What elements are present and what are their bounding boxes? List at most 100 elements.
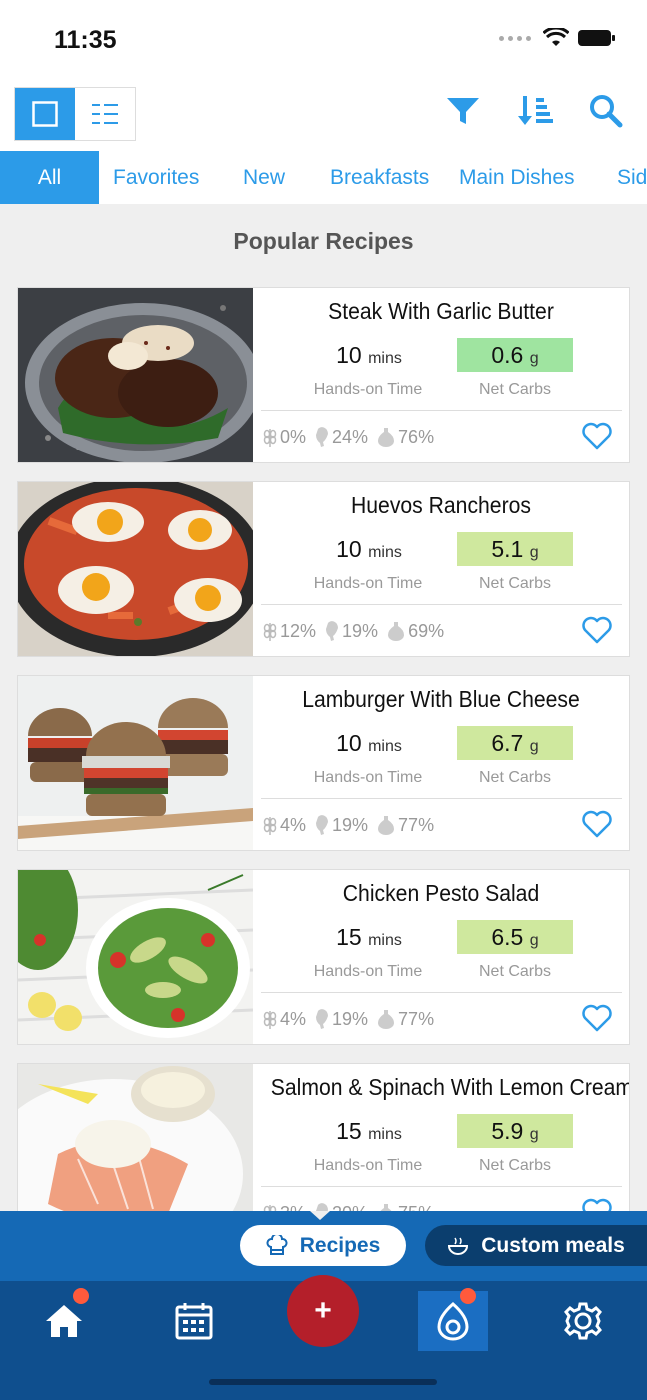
- protein-percent: 19%: [324, 620, 378, 642]
- fat-percent: 77%: [376, 814, 434, 836]
- drumstick-icon: [326, 621, 339, 641]
- hands-on-time-label: Hands-on Time: [313, 575, 423, 592]
- card-divider: [261, 1186, 622, 1187]
- protein-percent-value: 19%: [332, 1008, 369, 1029]
- wifi-icon: [543, 28, 569, 46]
- fat-percent-value: 77%: [398, 814, 435, 835]
- hands-on-time-value: 10 mins: [311, 726, 427, 760]
- status-icons: [499, 28, 617, 48]
- time-number: 15: [336, 1118, 362, 1144]
- carbs-percent: 4%: [262, 814, 306, 836]
- add-button[interactable]: +: [287, 1275, 359, 1347]
- net-carbs-label: Net Carbs: [478, 1157, 552, 1174]
- tab-sides[interactable]: Sid: [617, 151, 647, 204]
- time-unit: mins: [368, 932, 402, 949]
- favorite-heart-icon[interactable]: [581, 810, 613, 838]
- grid-view-button[interactable]: [15, 88, 75, 140]
- net-carbs-label: Net Carbs: [478, 963, 552, 980]
- fat-percent-value: 69%: [408, 620, 445, 641]
- favorite-heart-icon[interactable]: [581, 616, 613, 644]
- protein-percent: 24%: [314, 426, 368, 448]
- nav-foods[interactable]: [418, 1288, 488, 1351]
- net-carbs-value: 0.6 g: [457, 338, 573, 372]
- net-carbs-label: Net Carbs: [478, 769, 552, 786]
- hands-on-time-value: 10 mins: [311, 532, 427, 566]
- nav-home[interactable]: [29, 1288, 99, 1351]
- carbs-unit: g: [529, 932, 539, 949]
- recipe-card[interactable]: Chicken Pesto Salad 15 mins 6.5 g Hands-…: [17, 869, 630, 1045]
- home-indicator: [209, 1379, 437, 1385]
- wheat-icon: [263, 429, 277, 447]
- wheat-icon: [263, 817, 277, 835]
- hands-on-time-value: 15 mins: [311, 920, 427, 954]
- bowl-icon: [448, 1237, 469, 1255]
- hands-on-time-label: Hands-on Time: [313, 769, 423, 786]
- status-bar: 11:35: [0, 0, 647, 82]
- carbs-unit: g: [529, 738, 539, 755]
- time-unit: mins: [368, 350, 402, 367]
- oil-drop-icon: [378, 1010, 395, 1029]
- fat-percent-value: 76%: [398, 426, 435, 447]
- oil-drop-icon: [378, 816, 395, 835]
- hands-on-time-label: Hands-on Time: [313, 1157, 423, 1174]
- tab-all[interactable]: All: [0, 151, 99, 204]
- net-carbs-label: Net Carbs: [478, 575, 552, 592]
- fat-percent: 77%: [376, 1008, 434, 1030]
- time-number: 10: [336, 342, 362, 368]
- recipe-card[interactable]: Lamburger With Blue Cheese 10 mins 6.7 g…: [17, 675, 630, 851]
- carbs-unit: g: [529, 1126, 539, 1143]
- net-carbs-value: 6.7 g: [457, 726, 573, 760]
- drumstick-icon: [316, 1009, 329, 1029]
- tab-main-dishes[interactable]: Main Dishes: [459, 151, 575, 204]
- time-number: 10: [336, 730, 362, 756]
- wheat-icon: [263, 1011, 277, 1029]
- recipe-title: Steak With Garlic Butter: [328, 298, 554, 324]
- macro-breakdown: 12% 19% 69%: [262, 620, 444, 642]
- card-divider: [261, 410, 622, 411]
- recipe-photo[interactable]: [18, 870, 253, 1044]
- favorite-heart-icon[interactable]: [581, 1004, 613, 1032]
- recipe-photo[interactable]: [18, 676, 253, 850]
- avocado-icon: [437, 1302, 469, 1341]
- tab-favorites[interactable]: Favorites: [113, 151, 199, 204]
- time-number: 10: [336, 536, 362, 562]
- recipe-title: Salmon & Spinach With Lemon Cream: [270, 1074, 630, 1100]
- mode-notch: [310, 1211, 330, 1220]
- section-title: Popular Recipes: [233, 228, 414, 254]
- recipe-card[interactable]: Huevos Rancheros 10 mins 5.1 g Hands-on …: [17, 481, 630, 657]
- custom-meals-mode-button[interactable]: Custom meals: [425, 1225, 647, 1266]
- home-badge: [73, 1288, 89, 1304]
- carbs-number: 0.6: [491, 342, 524, 368]
- hands-on-time-label: Hands-on Time: [313, 963, 423, 980]
- nav-settings[interactable]: [548, 1291, 618, 1351]
- sort-icon[interactable]: [517, 94, 553, 128]
- nav-calendar[interactable]: [159, 1291, 229, 1351]
- carbs-unit: g: [529, 544, 539, 561]
- fat-percent: 69%: [386, 620, 444, 642]
- search-icon[interactable]: [589, 94, 623, 128]
- carbs-number: 5.9: [491, 1118, 524, 1144]
- carbs-unit: g: [529, 350, 539, 367]
- favorite-heart-icon[interactable]: [581, 422, 613, 450]
- hands-on-time-label: Hands-on Time: [313, 381, 423, 398]
- square-icon: [32, 101, 58, 127]
- recipe-card[interactable]: Steak With Garlic Butter 10 mins 0.6 g H…: [17, 287, 630, 463]
- tab-breakfasts[interactable]: Breakfasts: [330, 151, 429, 204]
- filter-icon[interactable]: [445, 94, 481, 128]
- carbs-percent: 0%: [262, 426, 306, 448]
- list-view-button[interactable]: [75, 88, 135, 140]
- net-carbs-value: 5.1 g: [457, 532, 573, 566]
- protein-percent: 19%: [314, 1008, 368, 1030]
- net-carbs-value: 5.9 g: [457, 1114, 573, 1148]
- recipe-title: Lamburger With Blue Cheese: [302, 686, 580, 712]
- toolbar-actions: [445, 94, 623, 128]
- recipe-photo[interactable]: [18, 482, 253, 656]
- tab-new[interactable]: New: [243, 151, 285, 204]
- carbs-number: 5.1: [491, 536, 524, 562]
- carbs-number: 6.7: [491, 730, 524, 756]
- recipes-mode-button[interactable]: Recipes: [240, 1225, 406, 1266]
- foods-badge: [460, 1288, 476, 1304]
- toolbar: [0, 82, 647, 151]
- macro-breakdown: 4% 19% 77%: [262, 1008, 434, 1030]
- recipe-photo[interactable]: [18, 288, 253, 462]
